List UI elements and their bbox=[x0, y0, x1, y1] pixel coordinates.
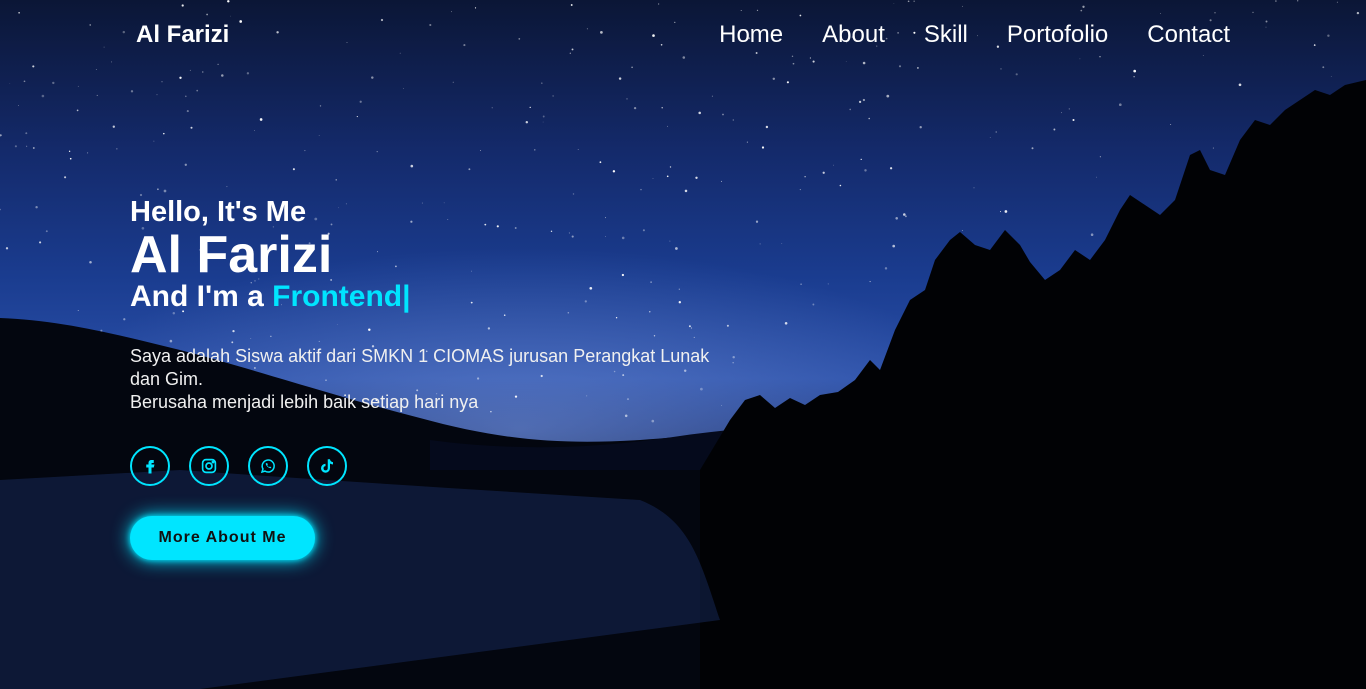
role-typed-text: Frontend| bbox=[272, 280, 411, 313]
nav-skill[interactable]: Skill bbox=[924, 21, 968, 49]
nav-home[interactable]: Home bbox=[719, 21, 783, 49]
hero-greeting: Hello, It's Me bbox=[130, 196, 307, 228]
navbar: Al Farizi Home About Skill Portofolio Co… bbox=[0, 0, 1366, 70]
nav-about[interactable]: About bbox=[822, 21, 885, 49]
whatsapp-icon bbox=[260, 459, 275, 474]
instagram-link[interactable] bbox=[189, 446, 229, 486]
hero-role: And I'm a Frontend| bbox=[130, 279, 750, 315]
nav-portofolio[interactable]: Portofolio bbox=[1007, 21, 1108, 49]
facebook-link[interactable] bbox=[130, 446, 170, 486]
hero-name: Al Farizi bbox=[130, 226, 333, 284]
more-about-me-button[interactable]: More About Me bbox=[130, 516, 315, 560]
tiktok-icon bbox=[321, 459, 333, 473]
social-links bbox=[130, 446, 750, 486]
nav-contact[interactable]: Contact bbox=[1147, 21, 1230, 49]
tiktok-link[interactable] bbox=[307, 446, 347, 486]
main-nav: Home About Skill Portofolio Contact bbox=[719, 21, 1230, 49]
site-logo[interactable]: Al Farizi bbox=[136, 21, 229, 49]
description-line-2: Berusaha menjadi lebih baik setiap hari … bbox=[130, 392, 479, 412]
facebook-icon bbox=[146, 460, 155, 474]
hero-section: Hello, It's Me Al Farizi And I'm a Front… bbox=[130, 195, 750, 560]
whatsapp-link[interactable] bbox=[248, 446, 288, 486]
instagram-icon bbox=[201, 458, 217, 474]
hero-description: Saya adalah Siswa aktif dari SMKN 1 CIOM… bbox=[130, 345, 730, 414]
description-line-1: Saya adalah Siswa aktif dari SMKN 1 CIOM… bbox=[130, 346, 710, 389]
role-prefix: And I'm a bbox=[130, 280, 273, 313]
